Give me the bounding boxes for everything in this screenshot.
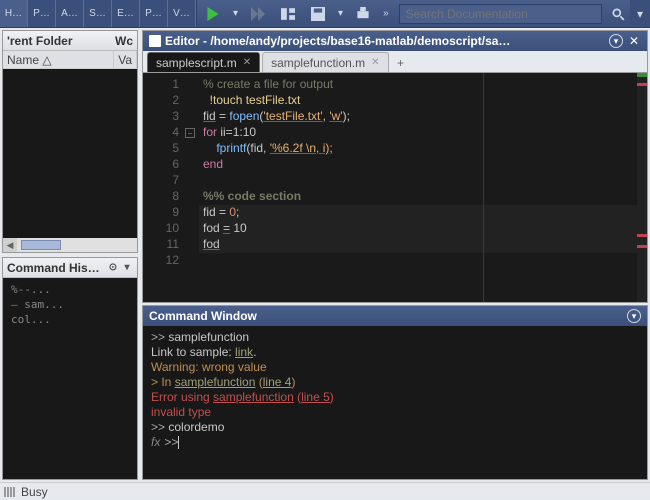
code-line[interactable]: end	[199, 157, 637, 173]
code-line[interactable]: fod	[199, 237, 637, 253]
main-area: Editor - /home/andy/projects/base16-matl…	[142, 30, 648, 480]
command-history-panel: Command His… ⊙ ▾ %--...sam...col...	[2, 257, 138, 480]
toolbar-tab[interactable]: E…	[112, 0, 140, 27]
history-item[interactable]: col...	[7, 312, 133, 327]
cmd-line: Error using samplefunction (line 5)	[151, 390, 639, 405]
cmd-line: > In samplefunction (line 4)	[151, 375, 639, 390]
code-line[interactable]: % create a file for output	[199, 77, 637, 93]
history-title: Command His…	[7, 261, 100, 275]
folder-col-value[interactable]: Va	[114, 51, 137, 68]
print-button[interactable]	[351, 4, 375, 24]
editor-icon	[149, 35, 161, 47]
editor-close-icon[interactable]: ✕	[627, 34, 641, 48]
status-busy-icon	[4, 487, 15, 497]
fold-icon[interactable]: −	[185, 128, 195, 138]
toolbar-tab[interactable]: V…	[168, 0, 196, 27]
save-dropdown[interactable]: ▾	[336, 8, 345, 19]
toolbar-tab[interactable]: P…	[28, 0, 56, 27]
current-folder-panel: 'rent Folder Wc Name △ Va ◀	[2, 30, 138, 253]
fold-column: −	[183, 73, 199, 302]
cmd-title: Command Window	[149, 309, 257, 323]
more-chevron[interactable]: »	[381, 8, 391, 19]
folder-scrollbar[interactable]: ◀	[3, 238, 137, 252]
code-line[interactable]	[199, 173, 637, 189]
code-line[interactable]: %% code section	[199, 189, 637, 205]
editor-title: Editor - /home/andy/projects/base16-matl…	[165, 34, 510, 48]
history-close-icon[interactable]: ▾	[121, 262, 133, 274]
cmd-prompt[interactable]: fx>>	[151, 435, 639, 449]
cmd-cursor[interactable]	[178, 436, 179, 449]
cmd-line: invalid type	[151, 405, 639, 420]
cmd-dock-icon[interactable]: ▾	[627, 309, 641, 323]
cmd-line: Warning: wrong value	[151, 360, 639, 375]
toolbar-tabs: H…P…A…S…E…P…V…	[0, 0, 196, 27]
save-button[interactable]	[306, 4, 330, 24]
code-line[interactable]	[199, 253, 637, 269]
toolbar-tab[interactable]: A…	[56, 0, 84, 27]
editor-dock-icon[interactable]: ▾	[609, 34, 623, 48]
tab-close-icon[interactable]: ✕	[243, 57, 251, 68]
sidebar: 'rent Folder Wc Name △ Va ◀ Command His……	[0, 28, 140, 482]
scroll-left[interactable]: ◀	[3, 238, 17, 252]
run-dropdown[interactable]: ▾	[231, 8, 240, 19]
editor-panel: Editor - /home/andy/projects/base16-matl…	[142, 30, 648, 303]
code-line[interactable]: fid = 0;	[199, 205, 637, 221]
history-item[interactable]: %--...	[7, 282, 133, 297]
history-body: %--...sam...col...	[3, 278, 137, 479]
main-toolbar: H…P…A…S…E…P…V… ▾ ▾ » ▾	[0, 0, 650, 28]
code-margin-line	[483, 73, 484, 302]
editor-tab[interactable]: samplescript.m✕	[147, 52, 260, 72]
search-button[interactable]	[606, 4, 630, 24]
search-input[interactable]	[399, 4, 602, 24]
code-line[interactable]: !touch testFile.txt	[199, 93, 637, 109]
folder-body	[3, 69, 137, 238]
code-line[interactable]: fid = fopen('testFile.txt', 'w');	[199, 109, 637, 125]
cmd-line: >> samplefunction	[151, 330, 639, 345]
history-dropdown-icon[interactable]: ⊙	[107, 262, 119, 274]
fx-icon: fx	[151, 435, 160, 449]
status-text: Busy	[21, 485, 48, 499]
toolbar-tab[interactable]: P…	[140, 0, 168, 27]
cmd-line: >> colordemo	[151, 420, 639, 435]
scroll-thumb[interactable]	[21, 240, 61, 250]
code-area[interactable]: % create a file for output !touch testFi…	[199, 73, 637, 302]
command-window-panel: Command Window ▾ >> samplefunctionLink t…	[142, 305, 648, 480]
line-gutter: 123456789101112	[143, 73, 183, 302]
folder-tab[interactable]: Wc	[115, 34, 133, 48]
search-container	[399, 4, 602, 24]
toolbar-actions: ▾ ▾ »	[197, 0, 395, 27]
folder-col-name[interactable]: Name △	[3, 51, 114, 68]
cmd-line: Link to sample: link.	[151, 345, 639, 360]
cmd-body[interactable]: >> samplefunctionLink to sample: link.Wa…	[143, 326, 647, 479]
folder-title: 'rent Folder	[7, 34, 73, 48]
toolbar-tab[interactable]: S…	[84, 0, 112, 27]
editor-tab[interactable]: samplefunction.m✕	[262, 52, 388, 72]
new-tab-button[interactable]: +	[391, 54, 411, 72]
toolbar-tab[interactable]: H…	[0, 0, 28, 27]
run-button[interactable]	[201, 4, 225, 24]
code-line[interactable]: for ii=1:10	[199, 125, 637, 141]
editor-tabs: samplescript.m✕samplefunction.m✕+	[143, 51, 647, 73]
code-line[interactable]: fod = 10	[199, 221, 637, 237]
editor-minimap[interactable]	[637, 73, 647, 302]
history-item[interactable]: sam...	[7, 297, 133, 312]
layout-button[interactable]	[276, 4, 300, 24]
tab-close-icon[interactable]: ✕	[371, 57, 379, 68]
editor-body[interactable]: 123456789101112 − % create a file for ou…	[143, 73, 647, 302]
toolbar-menu[interactable]: ▾	[630, 0, 650, 27]
step-button[interactable]	[246, 4, 270, 24]
status-bar: Busy	[0, 482, 650, 500]
code-line[interactable]: fprintf(fid, '%6.2f \n, i);	[199, 141, 637, 157]
